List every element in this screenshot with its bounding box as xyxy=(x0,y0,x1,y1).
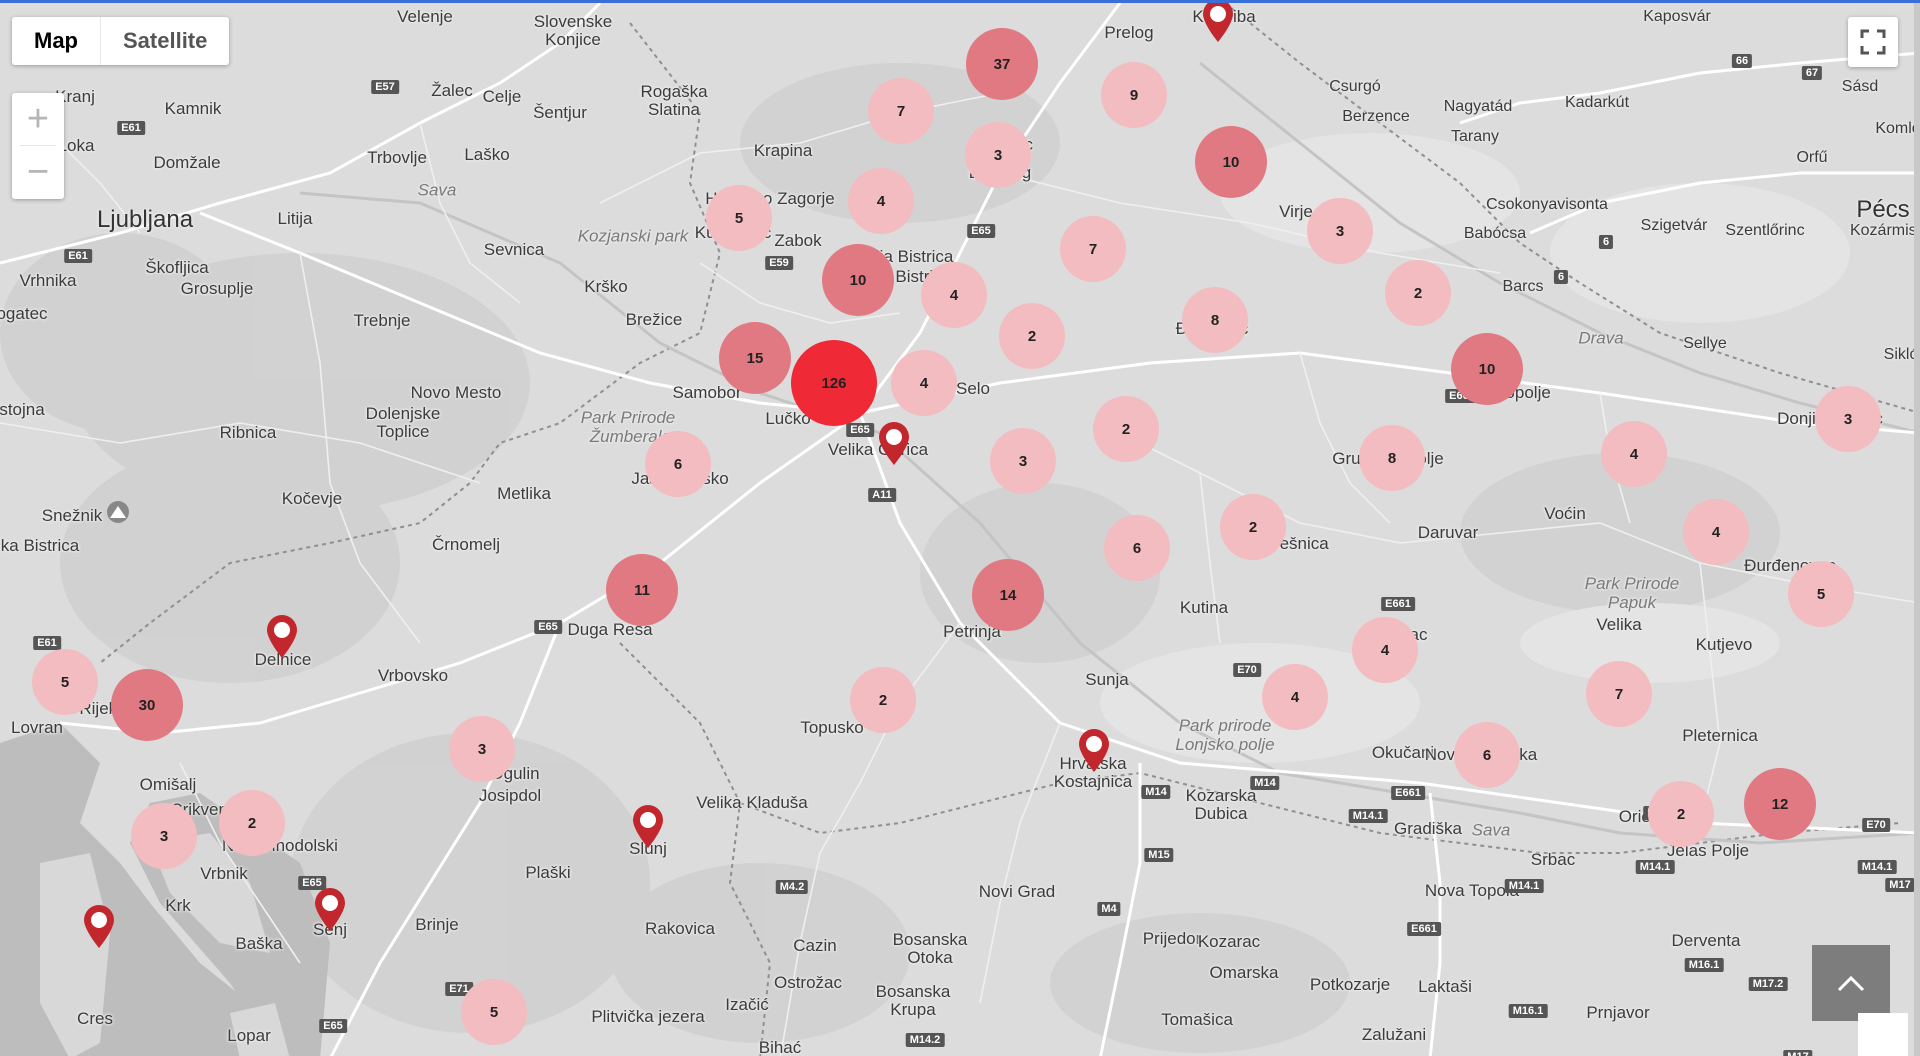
marker-cluster[interactable]: 9 xyxy=(1101,62,1167,128)
road-shield: A11 xyxy=(868,488,896,502)
road-shield: M17 xyxy=(1783,1050,1813,1056)
marker-cluster[interactable]: 6 xyxy=(645,431,711,497)
marker-cluster[interactable]: 3 xyxy=(131,803,197,869)
road-shield: M4 xyxy=(1097,902,1121,916)
marker-cluster[interactable]: 2 xyxy=(999,303,1065,369)
chevron-up-icon xyxy=(1837,975,1865,992)
marker-cluster[interactable]: 3 xyxy=(990,428,1056,494)
road-shield: 6 xyxy=(1598,235,1614,249)
marker-cluster[interactable]: 3 xyxy=(1307,198,1373,264)
road-shield: E661 xyxy=(1391,786,1425,800)
marker-cluster[interactable]: 4 xyxy=(921,262,987,328)
map-pin-icon[interactable] xyxy=(264,613,300,659)
marker-cluster[interactable]: 2 xyxy=(1385,260,1451,326)
marker-cluster[interactable]: 14 xyxy=(972,559,1044,631)
page-scrollbar[interactable] xyxy=(1914,3,1920,1056)
marker-cluster[interactable]: 4 xyxy=(848,168,914,234)
road-shield: M16.1 xyxy=(1684,958,1724,972)
map-pin-icon[interactable] xyxy=(312,886,348,932)
marker-cluster[interactable]: 10 xyxy=(1195,126,1267,198)
marker-cluster[interactable]: 5 xyxy=(706,185,772,251)
marker-cluster[interactable]: 8 xyxy=(1182,287,1248,353)
marker-cluster[interactable]: 4 xyxy=(1352,617,1418,683)
road-shield: E61 xyxy=(117,121,145,135)
marker-cluster[interactable]: 10 xyxy=(1451,333,1523,405)
marker-cluster[interactable]: 3 xyxy=(1815,386,1881,452)
marker-cluster[interactable]: 2 xyxy=(850,667,916,733)
marker-cluster[interactable]: 5 xyxy=(461,979,527,1045)
road-shield: M17 xyxy=(1885,878,1915,892)
road-shield: E61 xyxy=(33,636,61,650)
marker-cluster[interactable]: 4 xyxy=(891,350,957,416)
map-pin-icon[interactable] xyxy=(1200,0,1236,43)
road-shield: M14.2 xyxy=(905,1033,945,1047)
marker-cluster[interactable]: 3 xyxy=(449,716,515,782)
road-shield: M14.1 xyxy=(1504,879,1544,893)
marker-cluster[interactable]: 5 xyxy=(32,649,98,715)
marker-cluster[interactable]: 2 xyxy=(1093,396,1159,462)
map-pin-icon[interactable] xyxy=(876,420,912,466)
map-canvas[interactable]: Ljubljana Velenje Slovenske Konjice Kranj Ka… xyxy=(0,0,1920,1056)
marker-cluster[interactable]: 6 xyxy=(1454,722,1520,788)
marker-cluster[interactable]: 7 xyxy=(868,78,934,144)
road-shield: E70 xyxy=(1233,663,1261,677)
map-pin-icon[interactable] xyxy=(630,803,666,849)
road-shield: E661 xyxy=(1407,922,1441,936)
fullscreen-button[interactable] xyxy=(1848,17,1898,67)
basemap xyxy=(0,3,1920,1056)
road-shield: E65 xyxy=(319,1019,347,1033)
road-shield: M16.1 xyxy=(1508,1004,1548,1018)
road-shield: 67 xyxy=(1801,66,1823,80)
marker-cluster[interactable]: 37 xyxy=(966,28,1038,100)
road-shield: M14.1 xyxy=(1348,809,1388,823)
marker-cluster[interactable]: 12 xyxy=(1744,768,1816,840)
marker-cluster[interactable]: 6 xyxy=(1104,515,1170,581)
road-shield: E61 xyxy=(64,249,92,263)
marker-cluster[interactable]: 5 xyxy=(1788,561,1854,627)
marker-cluster[interactable]: 15 xyxy=(719,322,791,394)
marker-cluster[interactable]: 8 xyxy=(1359,425,1425,491)
marker-cluster[interactable]: 30 xyxy=(111,669,183,741)
road-shield: M4.2 xyxy=(775,880,809,894)
marker-cluster[interactable]: 4 xyxy=(1601,421,1667,487)
scroll-to-top-button[interactable] xyxy=(1812,945,1890,1021)
road-shield: E65 xyxy=(967,224,995,238)
road-shield: E59 xyxy=(765,256,793,270)
road-shield: E65 xyxy=(846,423,874,437)
mountain-icon xyxy=(107,501,129,523)
marker-cluster[interactable]: 7 xyxy=(1586,661,1652,727)
road-shield: M14.1 xyxy=(1857,860,1897,874)
road-shield: M17.2 xyxy=(1748,977,1788,991)
marker-cluster[interactable]: 4 xyxy=(1683,499,1749,565)
marker-cluster[interactable]: 2 xyxy=(1648,781,1714,847)
zoom-out-button[interactable]: − xyxy=(12,146,64,198)
marker-cluster[interactable]: 11 xyxy=(606,554,678,626)
zoom-in-button[interactable]: + xyxy=(12,93,64,145)
map-type-satellite-button[interactable]: Satellite xyxy=(100,17,229,65)
road-shield: 6 xyxy=(1553,270,1569,284)
road-shield: M15 xyxy=(1144,848,1174,862)
fullscreen-icon xyxy=(1860,29,1886,55)
road-shield: M14 xyxy=(1250,776,1280,790)
map-type-control: Map Satellite xyxy=(12,17,230,65)
zoom-control: + − xyxy=(12,93,64,199)
marker-cluster[interactable]: 2 xyxy=(1220,494,1286,560)
map-footer-patch xyxy=(1858,1013,1908,1056)
marker-cluster[interactable]: 7 xyxy=(1060,216,1126,282)
map-pin-icon[interactable] xyxy=(1076,727,1112,773)
marker-cluster[interactable]: 126 xyxy=(791,340,877,426)
road-shield: E661 xyxy=(1381,597,1415,611)
marker-cluster[interactable]: 3 xyxy=(965,122,1031,188)
marker-cluster[interactable]: 4 xyxy=(1262,664,1328,730)
map-pin-icon[interactable] xyxy=(81,903,117,949)
marker-cluster[interactable]: 2 xyxy=(219,790,285,856)
road-shield: E57 xyxy=(371,80,399,94)
map-type-map-button[interactable]: Map xyxy=(12,17,100,65)
road-shield: M14 xyxy=(1141,785,1171,799)
marker-cluster[interactable]: 10 xyxy=(822,244,894,316)
road-shield: 66 xyxy=(1731,54,1753,68)
road-shield: E65 xyxy=(534,620,562,634)
road-shield: M14.1 xyxy=(1635,860,1675,874)
road-shield: E70 xyxy=(1862,818,1890,832)
